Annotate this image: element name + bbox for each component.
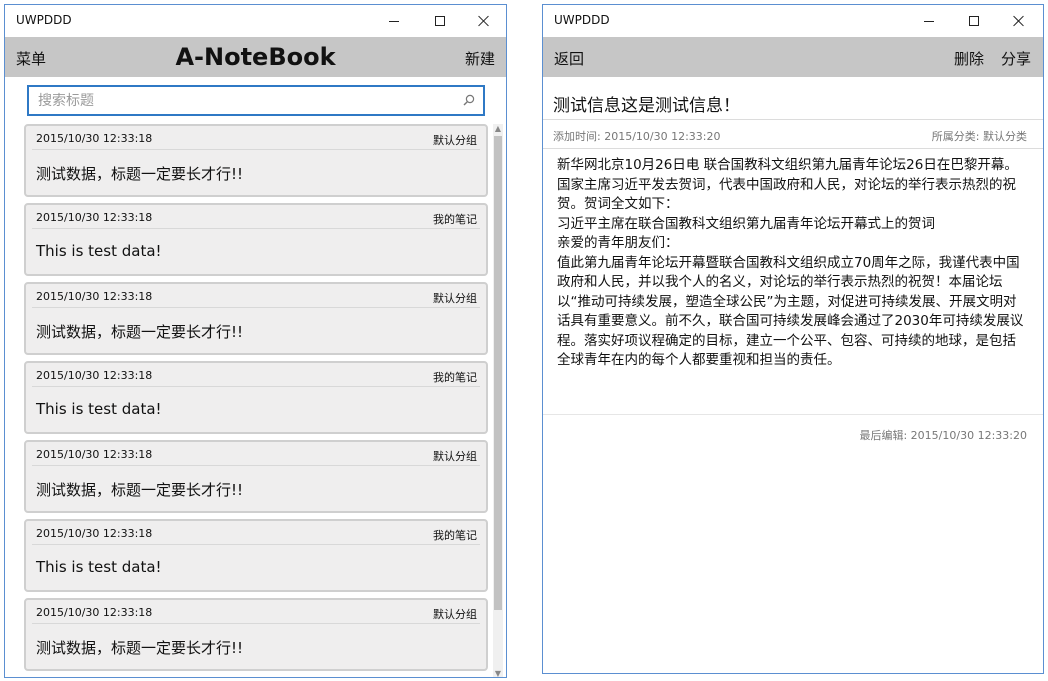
note-category: 默认分组 [433, 450, 477, 463]
card-divider [32, 623, 480, 624]
note-time: 2015/10/30 12:33:18 [36, 369, 153, 382]
note-category: 我的笔记 [433, 371, 477, 384]
note-title: 测试数据，标题一定要长才行!! [36, 481, 244, 499]
maximize-button[interactable] [951, 5, 997, 37]
divider [543, 148, 1043, 149]
window-title: UWPDDD [554, 13, 610, 27]
maximize-button[interactable] [417, 5, 463, 37]
card-divider [32, 465, 480, 466]
app-heading: A-NoteBook [175, 43, 336, 71]
note-category: 默认分组 [433, 292, 477, 305]
note-time: 2015/10/30 12:33:18 [36, 211, 153, 224]
note-paragraph: 亲爱的青年朋友们： [557, 235, 679, 251]
title-bar: UWPDDD [543, 5, 1043, 37]
search-input[interactable] [29, 87, 449, 114]
notebook-list-window: UWPDDD 菜单 A-NoteBook 新建 2015/10/30 12:33… [4, 4, 507, 678]
card-divider [32, 544, 480, 545]
note-category: 默认分组 [433, 134, 477, 147]
share-button[interactable]: 分享 [1001, 48, 1031, 69]
divider [543, 414, 1043, 415]
note-card[interactable]: 2015/10/30 12:33:18 默认分组 测试数据，标题一定要长才行!! [24, 598, 488, 671]
search-box[interactable] [27, 85, 485, 116]
delete-button[interactable]: 删除 [954, 48, 984, 69]
minimize-button[interactable] [371, 5, 417, 37]
note-paragraph: 新华网北京10月26日电 联合国教科文组织第九届青年论坛26日在巴黎开幕。国家主… [557, 157, 1018, 212]
minimize-icon [924, 20, 934, 22]
card-divider [32, 149, 480, 150]
note-detail-window: UWPDDD 返回 删除 分享 测试信息这是测试信息！ 添加时间: 2015/1… [542, 4, 1044, 674]
note-category: 我的笔记 [433, 213, 477, 226]
note-paragraph: 值此第九届青年论坛开幕暨联合国教科文组织成立70周年之际，我谨代表中国政府和人民… [557, 254, 1024, 369]
note-card[interactable]: 2015/10/30 12:33:18 默认分组 测试数据，标题一定要长才行!! [24, 124, 488, 197]
card-divider [32, 228, 480, 229]
note-card[interactable]: 2015/10/30 12:33:18 我的笔记 This is test da… [24, 519, 488, 592]
note-card[interactable]: 2015/10/30 12:33:18 我的笔记 This is test da… [24, 361, 488, 434]
close-icon [478, 15, 490, 27]
note-title: 测试数据，标题一定要长才行!! [36, 639, 244, 657]
note-category: 默认分组 [433, 608, 477, 621]
note-time: 2015/10/30 12:33:18 [36, 606, 153, 619]
search-icon[interactable] [463, 94, 475, 106]
note-time: 2015/10/30 12:33:18 [36, 448, 153, 461]
note-title: This is test data! [36, 558, 162, 576]
note-body: 新华网北京10月26日电 联合国教科文组织第九届青年论坛26日在巴黎开幕。国家主… [557, 156, 1029, 371]
close-button[interactable] [996, 5, 1042, 37]
scroll-up-icon[interactable]: ▲ [493, 124, 503, 134]
back-button[interactable]: 返回 [554, 48, 584, 69]
card-divider [32, 307, 480, 308]
minimize-button[interactable] [906, 5, 952, 37]
note-card[interactable]: 2015/10/30 12:33:18 默认分组 测试数据，标题一定要长才行!! [24, 282, 488, 355]
card-divider [32, 386, 480, 387]
note-card[interactable]: 2015/10/30 12:33:18 我的笔记 This is test da… [24, 203, 488, 276]
note-category: 所属分类: 默认分类 [931, 130, 1027, 143]
app-bar: 返回 删除 分享 [543, 37, 1043, 77]
note-time: 2015/10/30 12:33:18 [36, 132, 153, 145]
note-list: 2015/10/30 12:33:18 默认分组 测试数据，标题一定要长才行!!… [24, 124, 488, 677]
note-card[interactable]: 2015/10/30 12:33:18 默认分组 测试数据，标题一定要长才行!! [24, 440, 488, 513]
close-icon [1013, 15, 1025, 27]
divider [543, 119, 1043, 120]
scroll-down-icon[interactable]: ▼ [493, 669, 503, 677]
title-bar: UWPDDD [5, 5, 506, 37]
maximize-icon [435, 16, 445, 26]
note-detail-title: 测试信息这是测试信息！ [553, 96, 740, 116]
close-button[interactable] [461, 5, 506, 37]
note-time: 2015/10/30 12:33:18 [36, 290, 153, 303]
note-added-time: 添加时间: 2015/10/30 12:33:20 [553, 130, 721, 143]
note-title: This is test data! [36, 242, 162, 260]
note-title: This is test data! [36, 400, 162, 418]
list-scrollbar[interactable]: ▲ ▼ [493, 124, 503, 677]
note-category: 我的笔记 [433, 529, 477, 542]
window-title: UWPDDD [16, 13, 72, 27]
maximize-icon [969, 16, 979, 26]
new-note-button[interactable]: 新建 [465, 48, 495, 69]
minimize-icon [389, 20, 399, 22]
scroll-thumb[interactable] [494, 136, 502, 610]
note-title: 测试数据，标题一定要长才行!! [36, 165, 244, 183]
app-bar: 菜单 A-NoteBook 新建 [5, 37, 506, 77]
note-last-edited: 最后编辑: 2015/10/30 12:33:20 [859, 429, 1027, 442]
note-paragraph: 习近平主席在联合国教科文组织第九届青年论坛开幕式上的贺词 [557, 215, 935, 232]
note-title: 测试数据，标题一定要长才行!! [36, 323, 244, 341]
note-time: 2015/10/30 12:33:18 [36, 527, 153, 540]
